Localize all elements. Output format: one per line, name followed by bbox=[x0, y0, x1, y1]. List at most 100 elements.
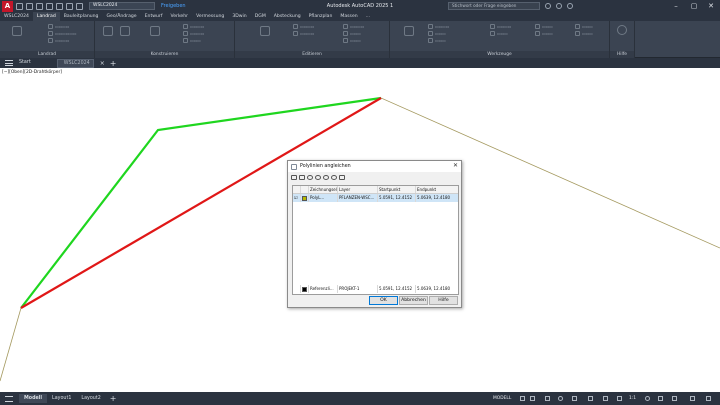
ribbon-tool-icon[interactable]: ▭▭▭▭ bbox=[428, 24, 449, 29]
column-header[interactable]: Zeichnungselem... bbox=[309, 186, 338, 193]
tab-3dwin[interactable]: 3Dwin bbox=[228, 12, 250, 21]
save-as-icon[interactable] bbox=[46, 2, 53, 10]
select-icon[interactable] bbox=[291, 174, 297, 180]
ribbon-tool-icon[interactable]: ▭▭▭▭▭▭ bbox=[48, 31, 77, 36]
new-file-icon[interactable] bbox=[16, 2, 23, 10]
table-row[interactable]: ☑ PolyL... PFLANZEN-WSC... 5.0591, 12.41… bbox=[293, 194, 458, 202]
polar-icon[interactable] bbox=[558, 396, 563, 401]
close-tab-icon[interactable]: × bbox=[100, 60, 105, 67]
ribbon-tool-icon[interactable]: ▭▭▭▭ bbox=[293, 24, 314, 29]
cart-icon[interactable] bbox=[556, 3, 562, 9]
snap-icon[interactable] bbox=[530, 396, 535, 401]
ribbon-tool-icon[interactable]: ▭▭▭ bbox=[183, 38, 201, 43]
ribbon-tool-icon[interactable]: ▭▭▭▭ bbox=[183, 24, 204, 29]
ortho-icon[interactable] bbox=[545, 396, 550, 401]
fullscreen-icon[interactable] bbox=[690, 396, 695, 401]
add-layout-icon[interactable]: + bbox=[110, 394, 117, 403]
viewport-label[interactable]: [−][Oben][2D-Drahtkörper] bbox=[2, 70, 62, 75]
zoom-in-icon[interactable] bbox=[315, 174, 321, 180]
share-button[interactable]: Freigeben bbox=[161, 3, 186, 9]
ribbon-tool-icon[interactable]: ▭▭▭▭ bbox=[293, 31, 314, 36]
olive-polyline[interactable] bbox=[0, 307, 22, 382]
ribbon-tool-icon[interactable]: ▭▭▭▭ bbox=[48, 38, 69, 43]
menu-icon[interactable] bbox=[5, 395, 13, 402]
tab-entwurf[interactable]: Entwurf bbox=[141, 12, 167, 21]
menu-icon[interactable] bbox=[5, 60, 13, 66]
tools-icon[interactable] bbox=[404, 26, 414, 36]
settings-icon[interactable] bbox=[12, 26, 22, 36]
zoom-icon[interactable] bbox=[307, 174, 313, 180]
isometric-icon[interactable] bbox=[588, 396, 593, 401]
close-icon[interactable]: ✕ bbox=[453, 162, 458, 169]
tab-vermessung[interactable]: Vermessung bbox=[192, 12, 228, 21]
ribbon-tool-icon[interactable]: ▭▭▭ bbox=[343, 38, 361, 43]
user-icon[interactable] bbox=[545, 3, 551, 9]
annotation-scale-icon[interactable] bbox=[617, 396, 622, 401]
help-icon[interactable] bbox=[617, 25, 627, 35]
tab-layout1[interactable]: Layout1 bbox=[47, 394, 76, 403]
ribbon-tool-icon[interactable]: ▭▭▭ bbox=[428, 31, 446, 36]
ribbon-tool-icon[interactable]: ▭▭▭ bbox=[575, 31, 593, 36]
help-icon[interactable] bbox=[567, 3, 573, 9]
monitor-icon[interactable] bbox=[672, 396, 677, 401]
annotation-icon[interactable] bbox=[603, 396, 608, 401]
tab-drawing[interactable]: WSLC2024 bbox=[56, 58, 94, 68]
draw-icon[interactable] bbox=[120, 26, 130, 36]
autocad-logo-icon[interactable]: A bbox=[2, 0, 13, 12]
gear-icon[interactable] bbox=[645, 396, 650, 401]
tab-start[interactable]: Start bbox=[13, 58, 37, 68]
pick-icon[interactable] bbox=[299, 174, 305, 180]
save-icon[interactable] bbox=[36, 2, 43, 10]
search-input[interactable]: Stichwort oder Frage eingeben bbox=[448, 2, 540, 10]
zoom-extents-icon[interactable] bbox=[331, 174, 337, 180]
maximize-icon[interactable]: ▢ bbox=[686, 1, 702, 11]
help-button[interactable]: Hilfe bbox=[429, 296, 458, 305]
tab-pflanzplan[interactable]: Pflanzplan bbox=[305, 12, 337, 21]
scale-readout[interactable]: 1:1 bbox=[629, 396, 636, 401]
ribbon-tool-icon[interactable]: ▭▭▭ bbox=[428, 38, 446, 43]
row-checkbox[interactable]: ☑ bbox=[293, 194, 301, 202]
draw-icon[interactable] bbox=[103, 26, 113, 36]
close-icon[interactable]: ✕ bbox=[703, 1, 719, 11]
dialog-titlebar[interactable]: Polylinien angleichen ✕ bbox=[288, 161, 461, 172]
new-tab-icon[interactable]: + bbox=[110, 59, 117, 68]
tab-landrad[interactable]: Landrad bbox=[32, 12, 60, 21]
settings-icon[interactable] bbox=[339, 174, 345, 180]
ribbon-tool-icon[interactable]: ▭▭▭▭ bbox=[490, 24, 511, 29]
tab-dgm[interactable]: DGM bbox=[251, 12, 270, 21]
tab-verkehr[interactable]: Verkehr bbox=[166, 12, 192, 21]
zoom-out-icon[interactable] bbox=[323, 174, 329, 180]
ok-button[interactable]: OK bbox=[369, 296, 398, 305]
osnap-icon[interactable] bbox=[572, 396, 577, 401]
ribbon-tool-icon[interactable]: ▭▭▭ bbox=[343, 31, 361, 36]
tab-more[interactable]: ... bbox=[362, 12, 374, 21]
tab-absteckung[interactable]: Absteckung bbox=[270, 12, 305, 21]
ribbon-tool-icon[interactable]: ▭▭▭ bbox=[535, 24, 553, 29]
undo-icon[interactable] bbox=[66, 2, 73, 10]
tab-modell[interactable]: Modell bbox=[19, 394, 48, 403]
cancel-button[interactable]: Abbrechen bbox=[399, 296, 428, 305]
edit-icon[interactable] bbox=[260, 26, 270, 36]
column-header[interactable]: Startpunkt bbox=[378, 186, 416, 193]
grid-icon[interactable] bbox=[520, 396, 525, 401]
reference-row[interactable]: Referenzli... PROJEKT-1 5.0591, 12.4152 … bbox=[293, 285, 458, 293]
tab-massen[interactable]: Massen bbox=[336, 12, 361, 21]
column-header[interactable]: Layer bbox=[338, 186, 378, 193]
redo-icon[interactable] bbox=[76, 2, 83, 10]
ribbon-tool-icon[interactable]: ▭▭▭ bbox=[575, 24, 593, 29]
tab-layout2[interactable]: Layout2 bbox=[76, 394, 105, 403]
ribbon-tool-icon[interactable]: ▭▭▭▭ bbox=[48, 24, 69, 29]
column-header[interactable]: Endpunkt bbox=[416, 186, 458, 193]
ribbon-tool-icon[interactable]: ▭▭▭ bbox=[490, 31, 508, 36]
plus-icon[interactable] bbox=[658, 396, 663, 401]
tab-wslc2024[interactable]: WSLC2024 bbox=[0, 12, 33, 21]
open-file-icon[interactable] bbox=[26, 2, 33, 10]
draw-icon[interactable] bbox=[150, 26, 160, 36]
ribbon-tool-icon[interactable]: ▭▭▭▭ bbox=[343, 24, 364, 29]
model-space-toggle[interactable]: MODELL bbox=[493, 396, 511, 401]
tab-bauleitplanung[interactable]: Bauleitplanung bbox=[60, 12, 103, 21]
tab-geo-aendrage[interactable]: Geo/Ändrage bbox=[102, 12, 140, 21]
ribbon-tool-icon[interactable]: ▭▭▭▭ bbox=[183, 31, 204, 36]
customize-icon[interactable] bbox=[706, 396, 711, 401]
ribbon-tool-icon[interactable]: ▭▭▭ bbox=[535, 31, 553, 36]
